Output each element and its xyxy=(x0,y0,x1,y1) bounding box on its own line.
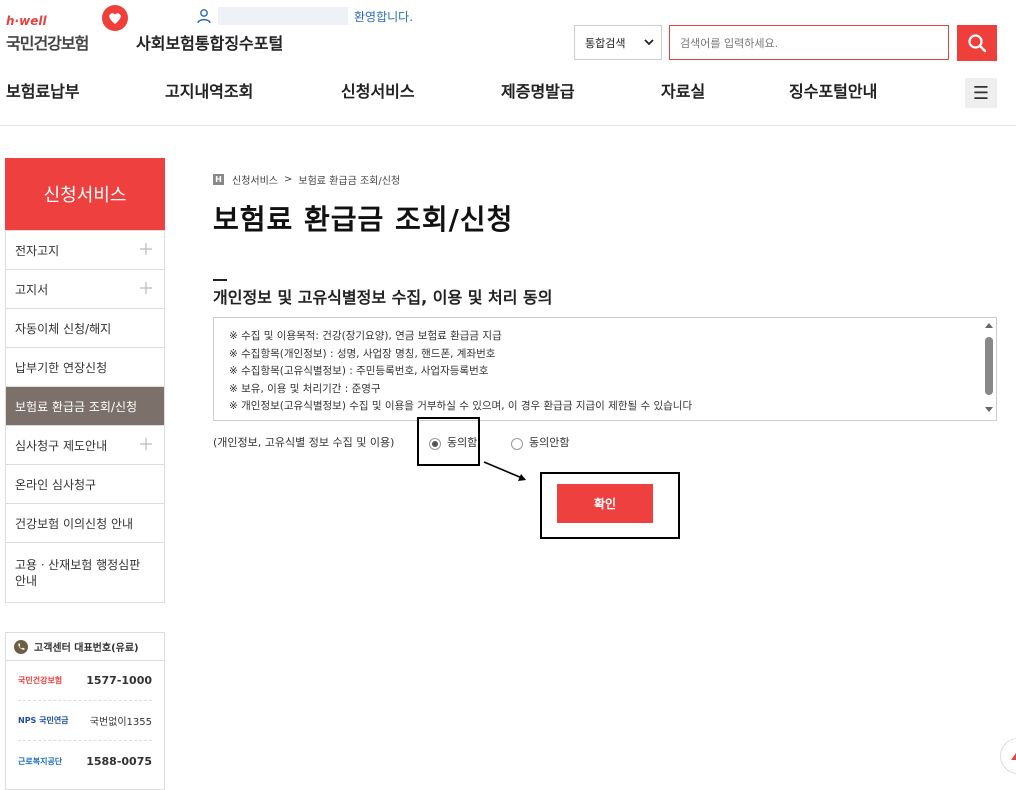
customer-center-title: 고객센터 대표번호(유료) xyxy=(6,633,164,661)
section-marker xyxy=(213,279,227,281)
sidebar-item-auto-transfer[interactable]: 자동이체 신청/해지 xyxy=(6,308,164,347)
cs-row-comwel: 근로복지공단 1588-0075 xyxy=(18,741,152,781)
terms-box[interactable]: ※ 수집 및 이용목적: 건강(장기요양), 연금 보험료 환급금 지급 ※ 수… xyxy=(213,317,997,421)
sidebar-item-admin-appeal[interactable]: 고용ㆍ산재보험 행정심판 안내 xyxy=(6,542,164,602)
disagree-radio[interactable] xyxy=(511,438,523,450)
menu-icon[interactable]: ☰ xyxy=(965,78,997,108)
home-icon[interactable]: H xyxy=(213,174,224,185)
search-icon xyxy=(968,34,987,53)
sidebar-item-label: 온라인 심사청구 xyxy=(15,477,97,492)
sidebar-menu: 전자고지 고지서 자동이체 신청/해지 납부기한 연장신청 보험료 환급금 조회… xyxy=(5,230,165,603)
sidebar-item-review-request-guide[interactable]: 심사청구 제도안내 xyxy=(6,425,164,464)
portal-title: 사회보험통합징수포털 xyxy=(136,34,284,53)
masked-username xyxy=(218,7,348,25)
sidebar-item-label: 납부기한 연장신청 xyxy=(15,360,108,375)
breadcrumb-item[interactable]: 신청서비스 xyxy=(232,172,278,187)
plus-icon xyxy=(140,282,152,294)
section-title: 개인정보 및 고유식별정보 수집, 이용 및 처리 동의 xyxy=(213,288,553,307)
nav-portal-guide[interactable]: 징수포털안내 xyxy=(789,78,877,102)
breadcrumb-separator: > xyxy=(284,174,293,185)
nhis-logo[interactable]: h·well 국민건강보험 xyxy=(6,8,106,54)
nav-archive[interactable]: 자료실 xyxy=(661,78,705,102)
nps-logo: NPS 국민연금 xyxy=(18,716,69,725)
disagree-label[interactable]: 동의안함 xyxy=(529,434,569,450)
heart-icon xyxy=(102,5,128,31)
search-input[interactable]: 검색어를 입력하세요. xyxy=(669,25,949,60)
phone-icon xyxy=(14,639,28,654)
plus-icon xyxy=(140,438,152,450)
nhis-small-logo: 국민건강보험 xyxy=(18,676,63,685)
term-line: ※ 보유, 이용 및 처리기간 : 준영구 xyxy=(229,382,381,395)
cs-row-nps: NPS 국민연금 국번없이1355 xyxy=(18,701,152,741)
header-divider xyxy=(0,125,1016,126)
page-title: 보험료 환급금 조회/신청 xyxy=(213,203,514,236)
arrow-up-icon xyxy=(1011,753,1016,760)
sidebar-item-refund[interactable]: 보험료 환급금 조회/신청 xyxy=(6,386,164,425)
plus-icon xyxy=(140,243,152,255)
scroll-down-icon[interactable] xyxy=(985,407,993,412)
welcome-text: 환영합니다. xyxy=(354,9,414,24)
nav-certificate-issue[interactable]: 제증명발급 xyxy=(501,78,575,102)
breadcrumb: H 신청서비스 > 보험료 환급금 조회/신청 xyxy=(213,172,400,187)
scroll-thumb[interactable] xyxy=(985,337,993,395)
scroll-up-icon[interactable] xyxy=(985,323,993,328)
consent-label: (개인정보, 고유식별 정보 수집 및 이용) xyxy=(213,436,395,449)
phone-number: 1577-1000 xyxy=(86,674,152,687)
search-scope-select[interactable]: 통합검색 xyxy=(574,25,662,60)
breadcrumb-item[interactable]: 보험료 환급금 조회/신청 xyxy=(298,172,400,187)
sidebar-item-label: 심사청구 제도안내 xyxy=(15,438,108,453)
scroll-top-button[interactable] xyxy=(1000,738,1016,774)
sidebar-item-label: 고지서 xyxy=(15,282,49,297)
nav-premium-payment[interactable]: 보험료납부 xyxy=(6,78,80,102)
sidebar-item-deadline-extension[interactable]: 납부기한 연장신청 xyxy=(6,347,164,386)
user-icon xyxy=(197,9,211,24)
term-line: ※ 개인정보(고유식별정보) 수집 및 이용을 거부하실 수 있으며, 이 경우… xyxy=(229,400,693,412)
term-line: ※ 수집 및 이용목적: 건강(장기요양), 연금 보험료 환급금 지급 xyxy=(229,330,502,342)
annotation-arrow-icon xyxy=(483,461,526,481)
logo-name: 국민건강보험 xyxy=(6,34,89,53)
sidebar-title: 신청서비스 xyxy=(5,158,165,230)
sidebar-item-label: 고용ㆍ산재보험 행정심판 안내 xyxy=(15,557,141,588)
customer-center-label: 고객센터 대표번호(유료) xyxy=(34,643,139,654)
sidebar-item-label: 보험료 환급금 조회/신청 xyxy=(15,399,138,414)
terms-scrollbar[interactable] xyxy=(982,318,996,420)
sidebar-item-label: 전자고지 xyxy=(15,243,60,258)
sidebar-item-e-notice[interactable]: 전자고지 xyxy=(6,230,164,269)
nav-application-service[interactable]: 신청서비스 xyxy=(341,78,415,102)
sidebar-item-notice-bill[interactable]: 고지서 xyxy=(6,269,164,308)
search-scope-value: 통합검색 xyxy=(585,36,626,50)
sidebar-item-label: 건강보험 이의신청 안내 xyxy=(15,516,134,531)
term-line: ※ 수집항목(고유식별정보) : 주민등록번호, 사업자등록번호 xyxy=(229,365,489,377)
sidebar-item-objection-guide[interactable]: 건강보험 이의신청 안내 xyxy=(6,503,164,542)
comwel-logo: 근로복지공단 xyxy=(18,756,63,766)
sidebar-item-online-review[interactable]: 온라인 심사청구 xyxy=(6,464,164,503)
term-line: ※ 수집항목(개인정보) : 성명, 사업장 명칭, 핸드폰, 계좌번호 xyxy=(229,347,496,360)
user-area: 환영합니다. xyxy=(196,6,413,26)
phone-number: 국번없이1355 xyxy=(89,717,152,728)
search-button[interactable] xyxy=(957,25,997,61)
phone-number: 1588-0075 xyxy=(86,754,152,768)
logo-tagline: h·well xyxy=(6,14,47,28)
global-nav: 보험료납부 고지내역조회 신청서비스 제증명발급 자료실 징수포털안내 xyxy=(0,78,1016,108)
highlight-box-agree xyxy=(417,417,480,466)
nav-notice-history[interactable]: 고지내역조회 xyxy=(165,78,253,102)
chevron-down-icon xyxy=(644,39,654,46)
customer-center: 고객센터 대표번호(유료) 국민건강보험 1577-1000 NPS 국민연금 … xyxy=(5,632,165,790)
cs-row-nhis: 국민건강보험 1577-1000 xyxy=(18,661,152,701)
confirm-button[interactable]: 확인 xyxy=(557,484,653,523)
sidebar-item-label: 자동이체 신청/해지 xyxy=(15,321,112,336)
